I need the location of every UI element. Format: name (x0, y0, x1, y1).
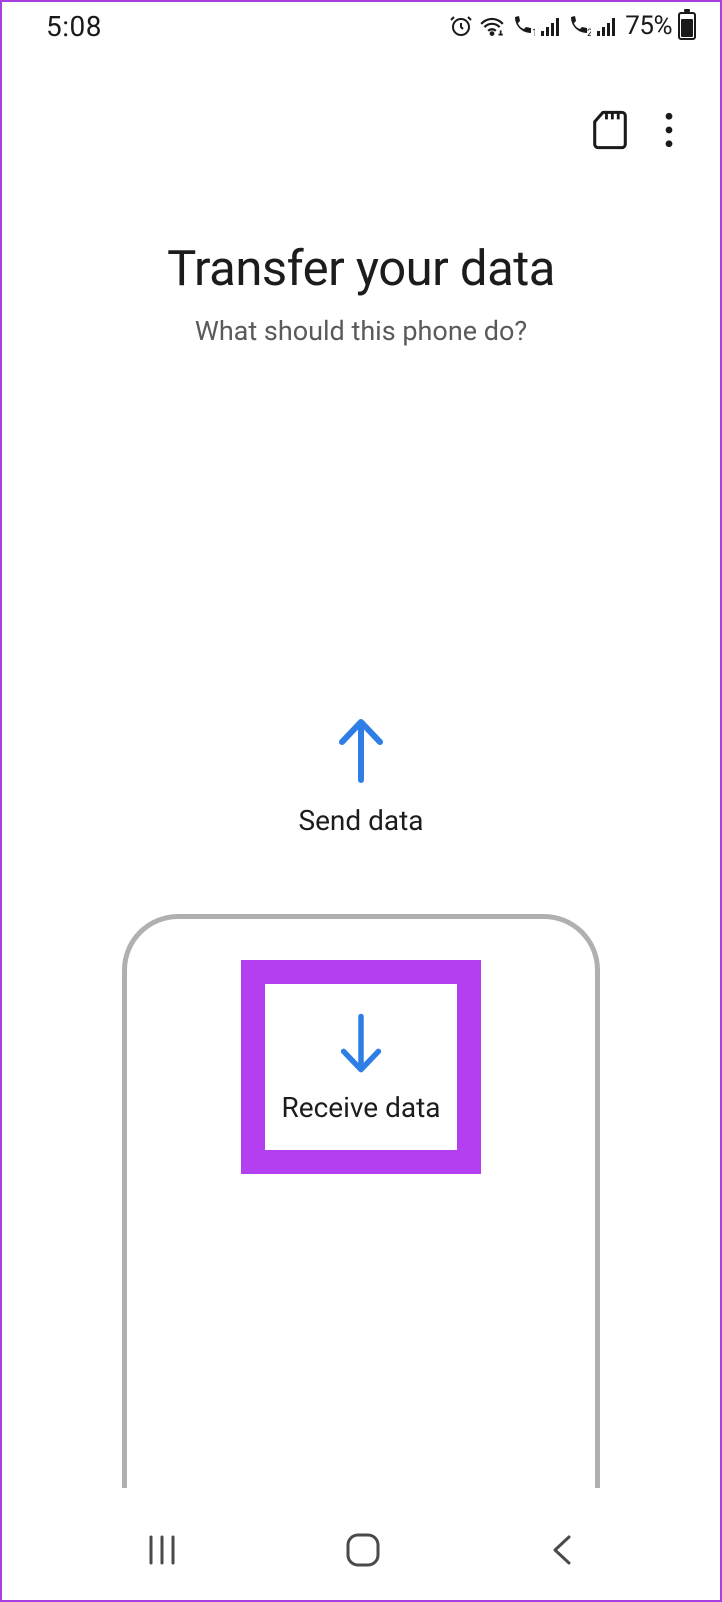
navigation-bar (2, 1504, 720, 1600)
heading-block: Transfer your data What should this phon… (2, 240, 720, 347)
receive-data-highlight: Receive data (241, 960, 481, 1174)
nav-recents-icon[interactable] (145, 1533, 179, 1571)
sd-card-icon[interactable] (592, 110, 628, 154)
more-options-icon[interactable] (664, 112, 674, 152)
status-time: 5:08 (46, 10, 102, 43)
arrow-up-icon (334, 771, 388, 790)
alarm-icon (449, 14, 473, 38)
arrow-down-icon (336, 1011, 386, 1081)
svg-text:2: 2 (587, 28, 591, 37)
nav-home-icon[interactable] (344, 1531, 382, 1573)
send-data-option[interactable]: Send data (2, 714, 720, 837)
signal1-icon (541, 15, 561, 37)
svg-text:1: 1 (532, 28, 535, 37)
receive-data-option[interactable]: Receive data (265, 984, 457, 1150)
signal2-icon (597, 15, 617, 37)
wifi-icon (479, 15, 505, 37)
call-sim2-icon: 2 (567, 15, 591, 37)
status-bar: 5:08 1 2 (2, 2, 720, 50)
call-sim1-icon: 1 (511, 15, 535, 37)
page-title: Transfer your data (2, 240, 720, 297)
battery-icon (678, 12, 696, 40)
battery-percent: 75% (625, 11, 672, 41)
page-subtitle: What should this phone do? (2, 315, 720, 347)
app-bar (2, 50, 720, 154)
send-data-label: Send data (2, 804, 720, 837)
nav-back-icon[interactable] (547, 1533, 577, 1571)
receive-data-label: Receive data (281, 1091, 440, 1124)
status-icons: 1 2 75% (449, 11, 696, 41)
